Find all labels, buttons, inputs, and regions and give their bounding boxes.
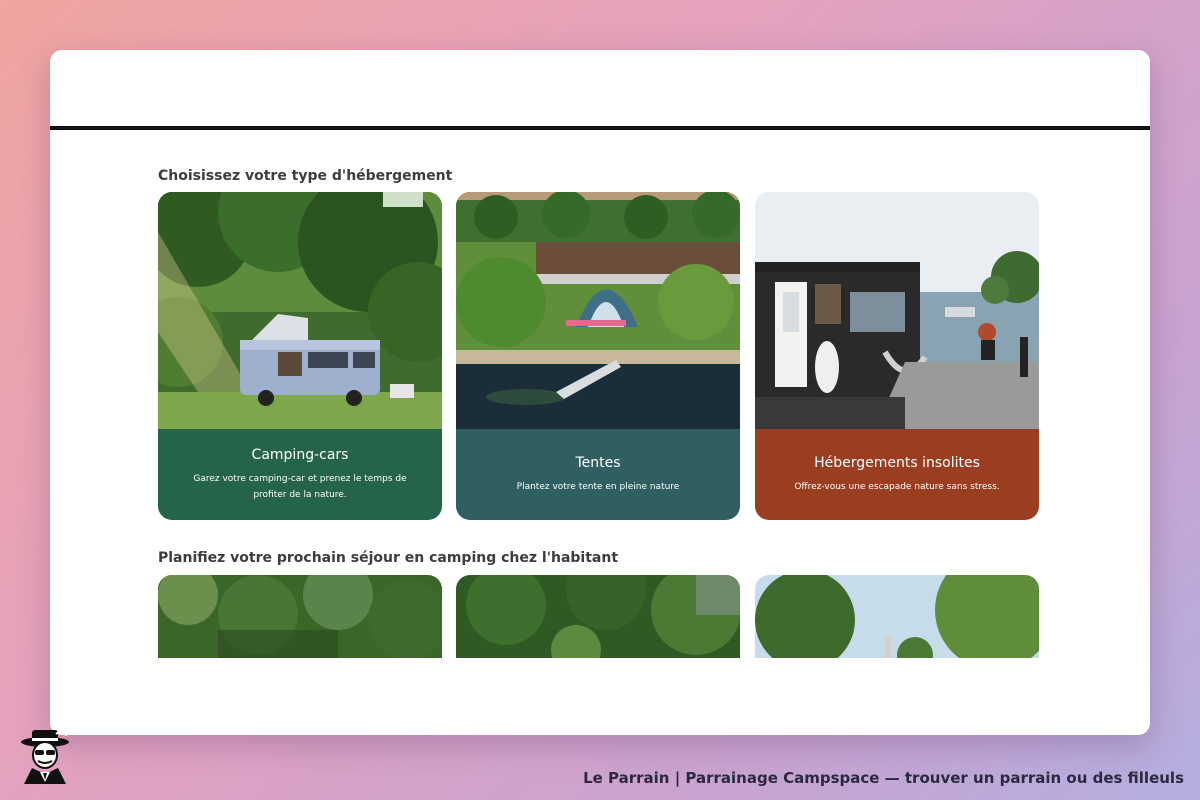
card-title: Tentes xyxy=(575,454,621,471)
camper-van-photo xyxy=(158,192,442,429)
card-band-tentes: Tentes Plantez votre tente en pleine nat… xyxy=(456,429,740,520)
accommodation-section-title: Choisissez votre type d'hébergement xyxy=(158,168,453,184)
card-band-camping-cars: Camping-cars Garez votre camping-car et … xyxy=(158,429,442,520)
card-tentes[interactable]: Tentes Plantez votre tente en pleine nat… xyxy=(456,192,740,520)
card-description: Plantez votre tente en pleine nature xyxy=(516,481,680,492)
stay-photo-willow[interactable] xyxy=(755,575,1039,658)
houseboat-photo xyxy=(755,192,1039,429)
stay-photo-woodland[interactable] xyxy=(456,575,740,658)
card-camping-cars[interactable]: Camping-cars Garez votre camping-car et … xyxy=(158,192,442,520)
stay-photo-forest[interactable] xyxy=(158,575,442,658)
browser-window: Choisissez votre type d'hébergement Camp… xyxy=(50,50,1150,735)
card-description: Offrez-vous une escapade nature sans str… xyxy=(794,481,1000,492)
card-title: Hébergements insolites xyxy=(814,454,980,471)
site-header xyxy=(50,50,1150,130)
tent-lake-photo xyxy=(456,192,740,429)
card-hebergements-insolites[interactable]: Hébergements insolites Offrez-vous une e… xyxy=(755,192,1039,520)
card-description: Garez votre camping-car et prenez le tem… xyxy=(193,473,407,500)
footer-caption: Le Parrain | Parrainage Campspace — trou… xyxy=(583,769,1184,787)
card-title: Camping-cars xyxy=(251,446,349,463)
card-band-hebergements-insolites: Hébergements insolites Offrez-vous une e… xyxy=(755,429,1039,520)
plan-section-title: Planifiez votre prochain séjour en campi… xyxy=(158,550,619,566)
mafia-man-icon xyxy=(21,730,69,784)
